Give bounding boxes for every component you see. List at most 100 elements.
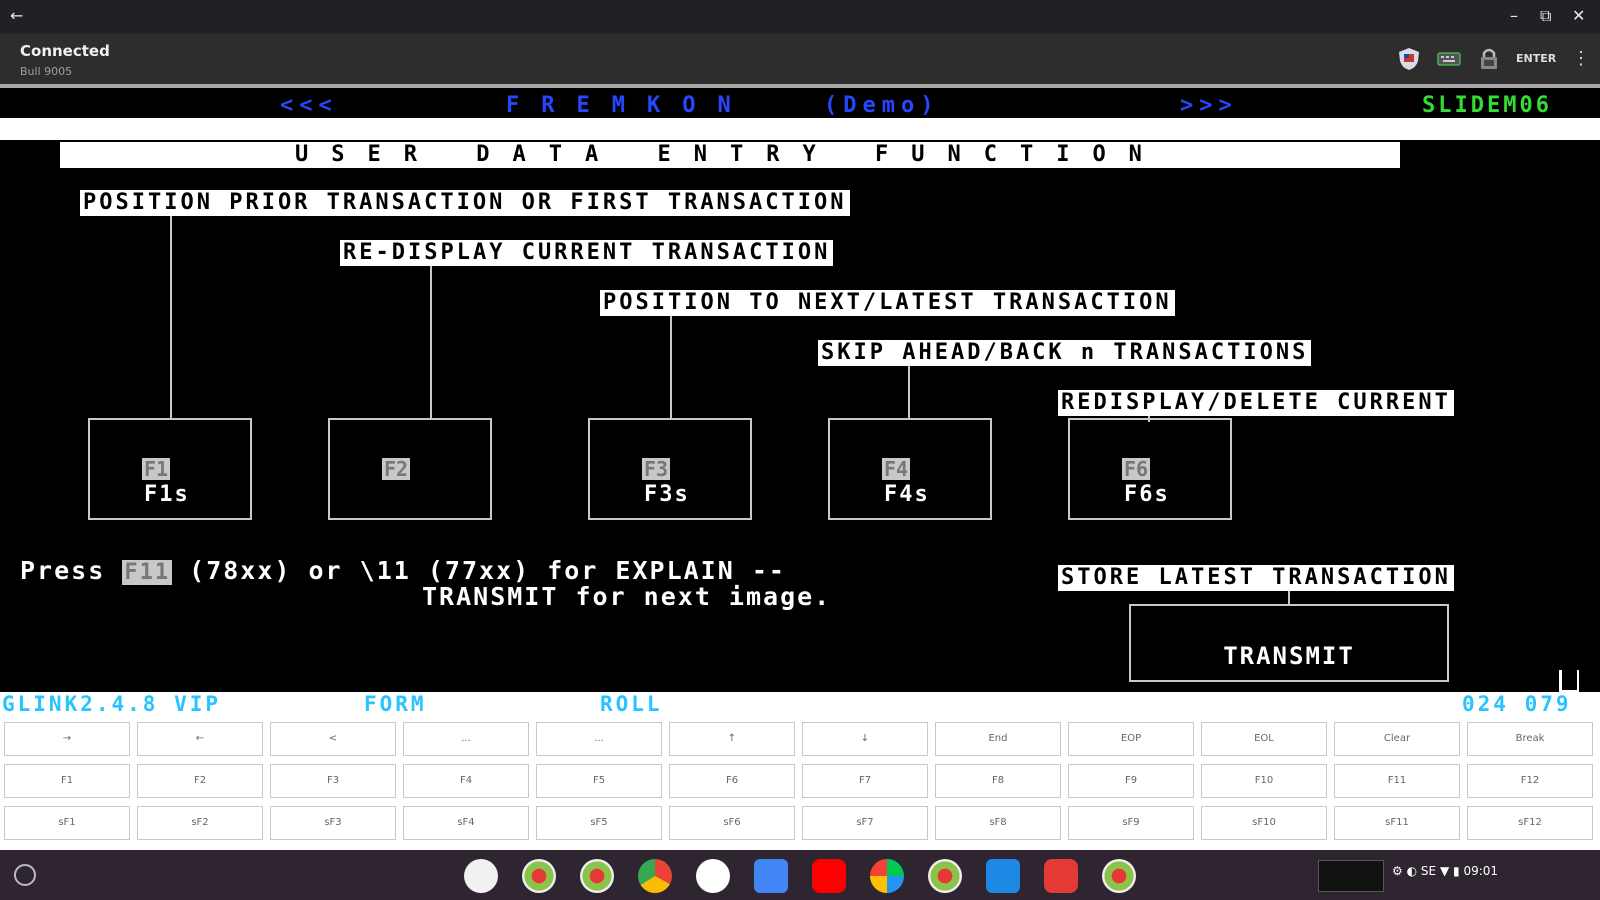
key-label: F2	[382, 457, 411, 481]
enter-button[interactable]: ENTER	[1516, 52, 1556, 65]
more-options-icon[interactable]: ⋮	[1572, 48, 1590, 69]
transmit-box: TRANSMIT	[1129, 604, 1449, 682]
page-title: USER DATA ENTRY FUNCTION	[60, 142, 1400, 168]
mode-indicator: FORM	[364, 692, 427, 716]
keypad-key[interactable]: sF4	[403, 806, 529, 840]
restore-icon[interactable]: ⧉	[1540, 6, 1551, 26]
keypad-key[interactable]: sF3	[270, 806, 396, 840]
keypad-key[interactable]: End	[935, 722, 1061, 756]
slide-id: SLIDEM06	[1422, 93, 1552, 118]
keypad-key[interactable]: EOP	[1068, 722, 1194, 756]
function-box-f2: F2	[328, 418, 492, 520]
keypad-key[interactable]: <	[270, 722, 396, 756]
keypad-key[interactable]: →	[4, 722, 130, 756]
launcher-icon[interactable]	[14, 864, 36, 886]
keypad-key[interactable]: F3	[270, 764, 396, 798]
app-icon[interactable]	[464, 859, 498, 893]
keypad-key[interactable]: F9	[1068, 764, 1194, 798]
f11-key-label: F11	[122, 560, 173, 585]
terminal-screen[interactable]: <<< FREMKON (Demo) >>> SLIDEM06 USER DAT…	[0, 84, 1600, 696]
locale-label: SE	[1420, 864, 1437, 878]
label-redisplay-delete: REDISPLAY/DELETE CURRENT	[1058, 390, 1454, 416]
connector-line	[430, 266, 432, 418]
product-title: FREMKON	[506, 93, 753, 118]
play-store-icon[interactable]	[870, 859, 904, 893]
keypad-key[interactable]: sF7	[802, 806, 928, 840]
gmail-icon[interactable]	[696, 859, 730, 893]
youtube-icon[interactable]	[812, 859, 846, 893]
keypad-key[interactable]: sF6	[669, 806, 795, 840]
back-icon[interactable]: ←	[10, 6, 23, 25]
minimize-icon[interactable]: –	[1510, 6, 1518, 25]
terminal-header: <<< FREMKON (Demo) >>> SLIDEM06	[4, 92, 1596, 118]
system-tray[interactable]: ⚙ ◐ SE ▼ ▮ 09:01	[1392, 864, 1498, 878]
connector-line	[908, 366, 910, 418]
input-strip[interactable]	[0, 118, 1600, 140]
function-box-f4: F4 F4s	[828, 418, 992, 520]
keypad-key[interactable]: F8	[935, 764, 1061, 798]
keypad-key[interactable]: ↑	[669, 722, 795, 756]
keypad-key[interactable]: F2	[137, 764, 263, 798]
soft-keypad: → ← <...... ↑ ↓ End EOP EOL Clear Break F1 F2 F3 F4 F5…	[0, 716, 1600, 850]
keypad-key[interactable]: sF5	[536, 806, 662, 840]
app-icon[interactable]	[1102, 859, 1136, 893]
keypad-key[interactable]: F7	[802, 764, 928, 798]
shift-key-label: F6s	[1124, 482, 1170, 507]
shift-key-label: F1s	[144, 482, 190, 507]
connection-status: Connected	[20, 42, 110, 60]
keypad-key[interactable]: Clear	[1334, 722, 1460, 756]
shift-key-label: F4s	[884, 482, 930, 507]
label-position-prior: POSITION PRIOR TRANSACTION OR FIRST TRAN…	[80, 190, 850, 216]
instruction-press: Press	[20, 556, 106, 585]
window-titlebar: ← – ⧉ ✕	[0, 0, 1600, 34]
lock-icon[interactable]	[1476, 46, 1502, 72]
wifi-icon: ▼	[1439, 864, 1450, 878]
keypad-key[interactable]: sF8	[935, 806, 1061, 840]
connector-line	[1288, 591, 1290, 605]
status-bar: GLINK2.4.8 VIP FORM ROLL 024 079	[0, 692, 1600, 716]
clock: 09:01	[1463, 864, 1499, 878]
app-icon[interactable]	[522, 859, 556, 893]
key-label: F4	[882, 457, 911, 481]
app-icon[interactable]	[580, 859, 614, 893]
nav-next-label: >>>	[1180, 93, 1238, 118]
keypad-key[interactable]: F5	[536, 764, 662, 798]
keypad-key[interactable]: F10	[1201, 764, 1327, 798]
battery-icon: ▮	[1453, 864, 1460, 878]
shield-icon[interactable]	[1396, 46, 1422, 72]
chrome-icon[interactable]	[638, 859, 672, 893]
keypad-key[interactable]: sF11	[1334, 806, 1460, 840]
keypad-key[interactable]: F11	[1334, 764, 1460, 798]
keypad-key[interactable]: F4	[403, 764, 529, 798]
window-preview-thumbnail[interactable]	[1318, 860, 1384, 892]
cursor-position: 024 079	[1462, 692, 1572, 716]
keypad-key[interactable]: sF1	[4, 806, 130, 840]
keypad-key[interactable]: sF9	[1068, 806, 1194, 840]
app-icon[interactable]	[928, 859, 962, 893]
docs-icon[interactable]	[754, 859, 788, 893]
keypad-key[interactable]: F1	[4, 764, 130, 798]
keypad-key[interactable]: ←	[137, 722, 263, 756]
keypad-key[interactable]: ...	[403, 722, 529, 756]
taskbar	[0, 850, 1600, 900]
label-redisplay-current: RE-DISPLAY CURRENT TRANSACTION	[340, 240, 834, 266]
keypad-key[interactable]: ↓	[802, 722, 928, 756]
files-icon[interactable]	[986, 859, 1020, 893]
keypad-key[interactable]: sF10	[1201, 806, 1327, 840]
label-skip-ahead: SKIP AHEAD/BACK n TRANSACTIONS	[818, 340, 1312, 366]
close-icon[interactable]: ✕	[1572, 6, 1585, 25]
app-icon[interactable]	[1044, 859, 1078, 893]
keypad-key[interactable]: EOL	[1201, 722, 1327, 756]
instruction-explain: (78xx) or \11 (77xx) for EXPLAIN --	[189, 556, 786, 585]
keyboard-icon[interactable]	[1436, 46, 1462, 72]
keypad-key[interactable]: Break	[1467, 722, 1593, 756]
keypad-key[interactable]: ...	[536, 722, 662, 756]
keypad-key[interactable]: F12	[1467, 764, 1593, 798]
keypad-key[interactable]: sF12	[1467, 806, 1593, 840]
text-cursor	[1559, 670, 1579, 692]
keypad-key[interactable]: F6	[669, 764, 795, 798]
keypad-key[interactable]: sF2	[137, 806, 263, 840]
connector-line	[670, 316, 672, 418]
nav-prev-label: <<<	[280, 93, 338, 118]
label-position-next: POSITION TO NEXT/LATEST TRANSACTION	[600, 290, 1175, 316]
